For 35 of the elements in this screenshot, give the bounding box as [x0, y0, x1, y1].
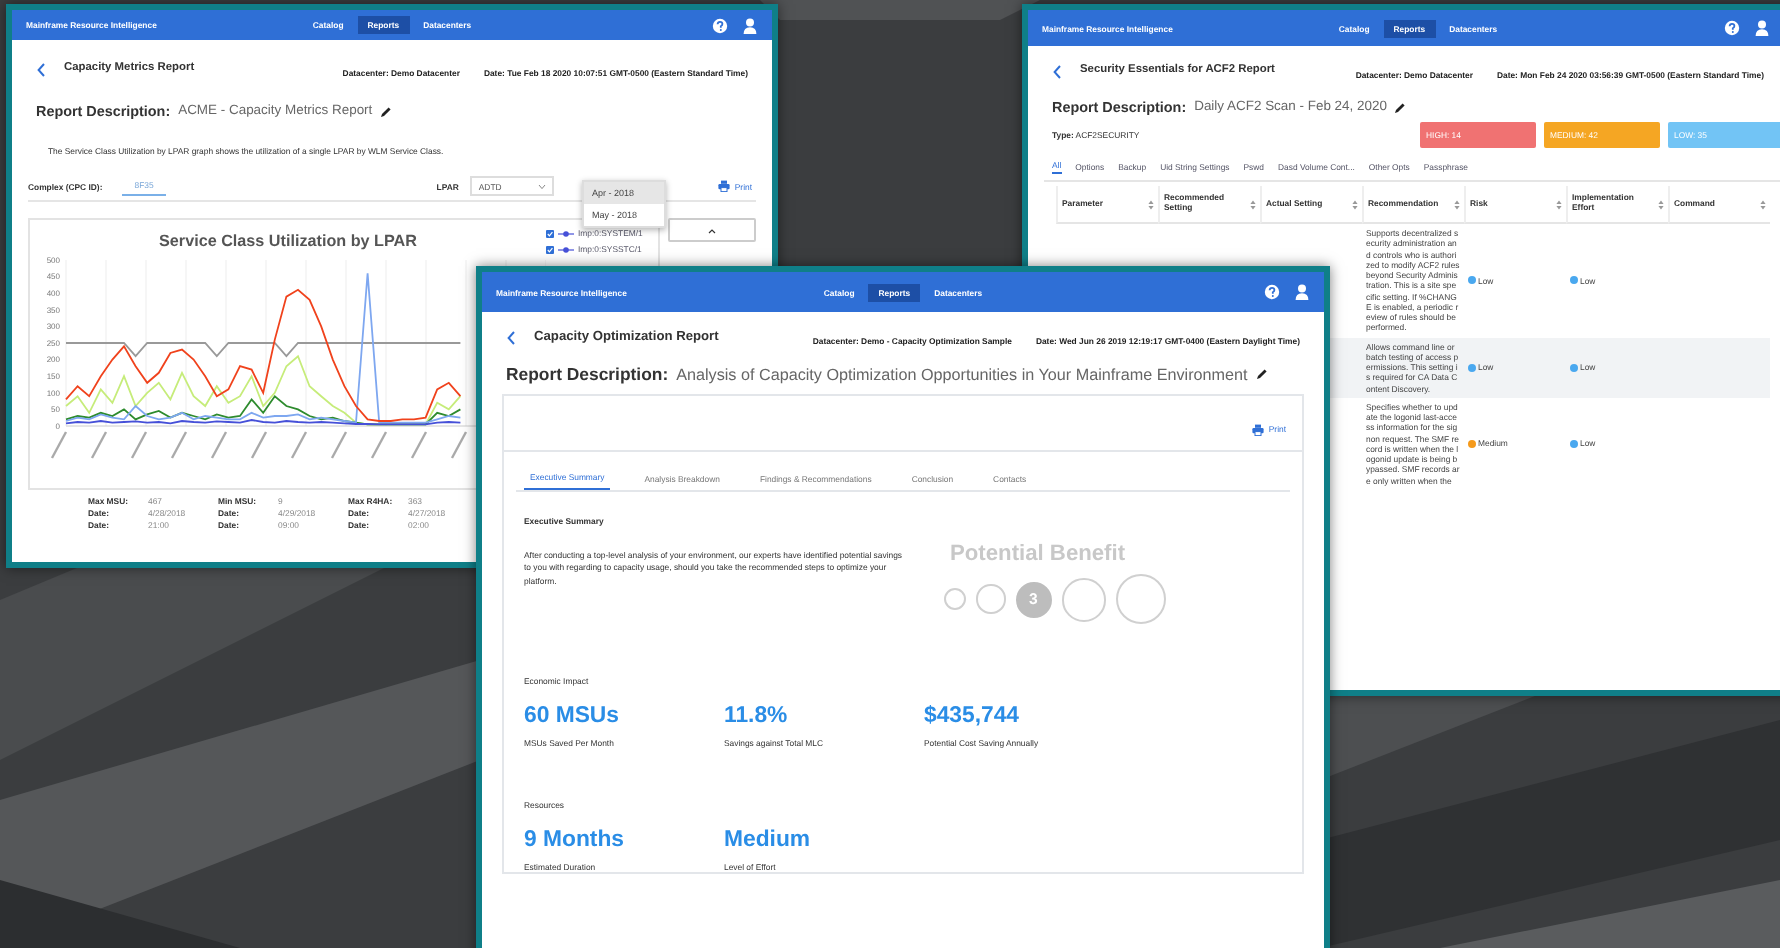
back-icon[interactable]	[506, 330, 516, 346]
sort-icon	[1454, 199, 1460, 209]
sort-icon	[1352, 199, 1358, 209]
caret-icon	[538, 183, 547, 190]
report-description: Analysis of Capacity Optimization Opportunities in Your Mainframe Environment	[676, 365, 1248, 383]
chevron-up-icon	[708, 227, 716, 234]
sort-icon	[1556, 199, 1562, 209]
sort-icon	[1148, 199, 1154, 209]
checkbox[interactable]	[546, 245, 554, 254]
metric-value: $435,744	[924, 704, 1022, 729]
user-icon[interactable]	[742, 17, 758, 33]
help-icon[interactable]	[712, 17, 728, 33]
sort-icon	[1760, 199, 1766, 209]
series-marker-icon	[558, 229, 574, 238]
metric-value: 60 MSUs	[524, 704, 621, 729]
chart-title: Service Class Utilization by LPAR	[157, 230, 419, 251]
user-icon[interactable]	[1294, 284, 1310, 300]
help-icon[interactable]	[1264, 284, 1280, 300]
description-label: Report Description:	[506, 364, 669, 384]
edit-icon	[1394, 101, 1407, 113]
user-icon[interactable]	[1754, 20, 1770, 36]
edit-icon	[1255, 368, 1268, 380]
back-icon[interactable]	[1052, 64, 1062, 80]
metric-value: Medium	[724, 828, 813, 853]
back-icon[interactable]	[36, 62, 46, 78]
metric-value: 9 Months	[524, 828, 626, 853]
sort-icon	[1250, 199, 1256, 209]
help-icon[interactable]	[1724, 20, 1740, 36]
edit-icon	[380, 105, 393, 117]
printer-icon	[718, 180, 731, 193]
checkbox[interactable]	[546, 229, 554, 238]
printer-icon	[1252, 423, 1265, 435]
series-marker-icon	[558, 245, 574, 254]
metric-value: 11.8%	[724, 704, 790, 729]
sort-icon	[1658, 199, 1664, 209]
